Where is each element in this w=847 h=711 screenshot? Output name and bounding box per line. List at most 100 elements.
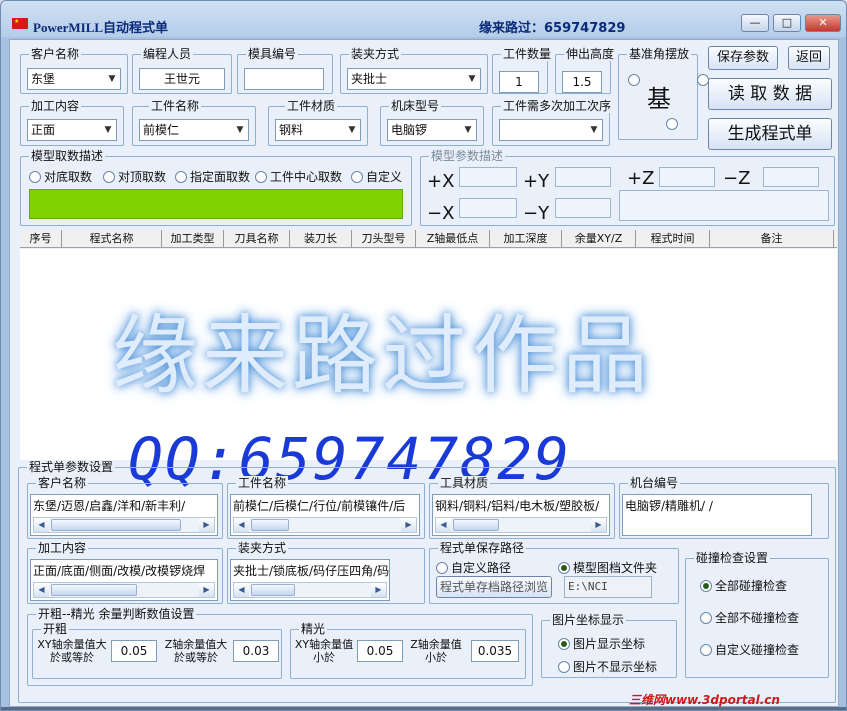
finish-xy-input[interactable]: 0.05: [357, 640, 403, 662]
params-notes-field[interactable]: [619, 190, 829, 221]
horizontal-scrollbar[interactable]: ◀ ▶: [233, 517, 417, 533]
chevron-left-icon[interactable]: ◀: [34, 583, 49, 597]
collision-radio-none[interactable]: 全部不碰撞检查: [700, 609, 799, 626]
horizontal-scrollbar[interactable]: ◀ ▶: [435, 517, 607, 533]
part-list-field[interactable]: 前模仁/后模仁/行位/前模镶件/后 ◀ ▶: [230, 494, 420, 536]
coord-radio-hide[interactable]: 图片不显示坐标: [558, 658, 657, 675]
machine-combo[interactable]: 电脑锣 ▼: [387, 119, 477, 141]
finish-z-input[interactable]: 0.035: [471, 640, 519, 662]
col-time[interactable]: 程式时间: [636, 230, 710, 248]
horizontal-scrollbar[interactable]: ◀ ▶: [33, 582, 215, 598]
chevron-left-icon[interactable]: ◀: [436, 518, 451, 532]
minus-y-field[interactable]: [555, 198, 611, 218]
programmer-input[interactable]: 王世元: [139, 68, 225, 90]
col-program-name[interactable]: 程式名称: [62, 230, 162, 248]
scroll-thumb[interactable]: [251, 584, 295, 596]
radio-circle: [700, 579, 712, 592]
chevron-right-icon[interactable]: ▶: [401, 518, 416, 532]
chevron-right-icon[interactable]: ▶: [199, 583, 214, 597]
datum-radio-tl[interactable]: [628, 74, 640, 86]
chevron-left-icon[interactable]: ◀: [234, 583, 249, 597]
collision-radio-all[interactable]: 全部碰撞检查: [700, 577, 787, 594]
generate-sheet-button[interactable]: 生成程式单: [708, 118, 832, 150]
extend-input[interactable]: 1.5: [562, 71, 602, 93]
col-tool-name[interactable]: 刀具名称: [224, 230, 290, 248]
scroll-thumb[interactable]: [251, 519, 289, 531]
fixture-group: 装夹方式 夹批士 ▼: [340, 47, 488, 94]
chevron-right-icon[interactable]: ▶: [371, 583, 386, 597]
part-name-group: 工件名称 前模仁 ▼: [132, 99, 256, 146]
content-combo[interactable]: 正面 ▼: [27, 119, 117, 141]
close-button[interactable]: ✕: [805, 14, 841, 32]
path-radio-model[interactable]: 模型图档文件夹: [558, 559, 657, 576]
scroll-thumb[interactable]: [453, 519, 499, 531]
customer-combo[interactable]: 东堡 ▼: [27, 68, 121, 90]
plus-z-field[interactable]: [659, 167, 715, 187]
col-tool-length[interactable]: 装刀长: [290, 230, 352, 248]
material-value: 钢料: [279, 123, 304, 137]
col-depth[interactable]: 加工深度: [490, 230, 562, 248]
path-radio-custom[interactable]: 自定义路径: [436, 559, 511, 576]
rough-z-input[interactable]: 0.03: [233, 640, 279, 662]
scroll-thumb[interactable]: [51, 519, 181, 531]
col-index[interactable]: 序号: [20, 230, 62, 248]
customer-list-field[interactable]: 东堡/迈恩/启鑫/洋和/新丰利/ ◀ ▶: [30, 494, 218, 536]
minus-x-field[interactable]: [459, 198, 517, 218]
horizontal-scrollbar[interactable]: ◀ ▶: [33, 517, 215, 533]
minimize-button[interactable]: —: [741, 14, 769, 32]
set-part-group: 工件名称 前模仁/后模仁/行位/前模镶件/后 ◀ ▶: [227, 476, 425, 539]
qty-input[interactable]: 1: [499, 71, 539, 93]
fetch-radio-center[interactable]: 工件中心取数: [255, 168, 342, 185]
chevron-right-icon[interactable]: ▶: [591, 518, 606, 532]
chevron-down-icon: ▼: [104, 125, 112, 135]
back-button[interactable]: 返回: [788, 46, 830, 70]
chevron-right-icon[interactable]: ▶: [199, 518, 214, 532]
fetch-radio-face[interactable]: 指定面取数: [175, 168, 250, 185]
col-allowance[interactable]: 余量XY/Z: [562, 230, 636, 248]
rough-xy-label: XY轴余量值大於或等於: [37, 638, 107, 664]
chevron-left-icon[interactable]: ◀: [34, 518, 49, 532]
coord-display-label: 图片坐标显示: [550, 613, 627, 627]
chevron-left-icon[interactable]: ◀: [234, 518, 249, 532]
horizontal-scrollbar[interactable]: ◀ ▶: [233, 582, 387, 598]
finish-xy-label: XY轴余量值小於: [294, 638, 354, 664]
fetch-radio-top[interactable]: 对顶取数: [103, 168, 166, 185]
material-group: 工件材质 钢料 ▼: [268, 99, 368, 146]
chevron-down-icon: ▼: [236, 125, 244, 135]
multi-op-combo[interactable]: ▼: [499, 119, 603, 141]
scroll-thumb[interactable]: [51, 584, 137, 596]
part-name-combo[interactable]: 前模仁 ▼: [139, 119, 249, 141]
rough-xy-input[interactable]: 0.05: [111, 640, 157, 662]
collision-radio-custom[interactable]: 自定义碰撞检查: [700, 641, 799, 658]
mold-no-input[interactable]: [244, 68, 324, 90]
radio-circle: [175, 170, 187, 183]
machine-list-field[interactable]: 电脑锣/精雕机/ /: [622, 494, 812, 536]
fixture-combo[interactable]: 夹批士 ▼: [347, 68, 481, 90]
material-combo[interactable]: 钢料 ▼: [275, 119, 361, 141]
browse-path-button[interactable]: 程式单存档路径浏览: [436, 576, 552, 598]
save-params-button[interactable]: 保存参数: [708, 46, 778, 70]
finish-label: 精光: [299, 622, 328, 636]
coord-radio-show[interactable]: 图片显示坐标: [558, 635, 645, 652]
fetch-radio-bottom[interactable]: 对底取数: [29, 168, 92, 185]
content-list-field[interactable]: 正面/底面/侧面/改模/改模锣烧焊 ◀ ▶: [30, 559, 218, 601]
datum-group: 基准角摆放 基: [618, 47, 747, 140]
fetch-radio-custom[interactable]: 自定义: [351, 168, 402, 185]
col-op-type[interactable]: 加工类型: [162, 230, 224, 248]
maximize-button[interactable]: □: [773, 14, 801, 32]
path-radio-label: 模型图档文件夹: [573, 561, 658, 575]
fixture-list-field[interactable]: 夹批士/锁底板/码仔压四角/码 ◀ ▶: [230, 559, 390, 601]
plus-y-field[interactable]: [555, 167, 611, 187]
col-notes[interactable]: 备注: [710, 230, 834, 248]
plus-x-field[interactable]: [459, 167, 517, 187]
col-z-min[interactable]: Z轴最低点: [416, 230, 490, 248]
datum-radio-bl[interactable]: [665, 118, 678, 130]
plus-y-label: +Y: [523, 171, 550, 192]
set-content-label: 加工内容: [36, 541, 89, 555]
col-holder[interactable]: 刀头型号: [352, 230, 416, 248]
path-value-field[interactable]: E:\NCI: [564, 576, 652, 598]
collision-group: 碰撞检查设置 全部碰撞检查 全部不碰撞检查 自定义碰撞检查: [685, 551, 829, 678]
read-data-button[interactable]: 读 取 数 据: [708, 78, 832, 110]
material-list-field[interactable]: 钢料/铜料/铝料/电木板/塑胶板/ ◀ ▶: [432, 494, 610, 536]
minus-z-field[interactable]: [763, 167, 819, 187]
